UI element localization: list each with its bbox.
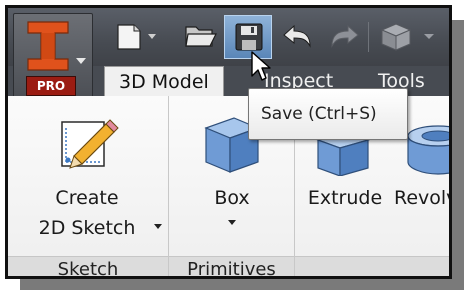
undo-icon[interactable]	[278, 18, 318, 54]
sketch-pencil-icon	[61, 119, 119, 169]
application-window: 3D Model Inspect Tools PRO Create 2D Ske…	[5, 5, 452, 279]
toolbar-separator	[368, 22, 369, 52]
redo-icon[interactable]	[324, 18, 364, 54]
chevron-down-icon	[154, 224, 162, 229]
box-label: Box	[214, 187, 250, 209]
create-sketch-label-line1: Create	[55, 187, 119, 209]
panel-title-primitives: Primitives	[169, 256, 294, 276]
mouse-cursor-icon	[251, 51, 271, 81]
application-menu-button[interactable]: PRO	[13, 13, 93, 101]
revolve-label: Revolv	[394, 187, 452, 209]
inventor-logo-icon	[27, 21, 69, 71]
chevron-down-icon	[228, 220, 236, 225]
edition-badge: PRO	[26, 76, 76, 96]
panel-title-create	[295, 256, 449, 276]
new-document-icon[interactable]	[112, 18, 160, 54]
open-folder-icon[interactable]	[164, 18, 224, 54]
tab-3d-model[interactable]: 3D Model	[104, 66, 224, 96]
panel-title-sketch: Sketch	[8, 256, 168, 276]
revolve-icon	[407, 125, 449, 175]
create-sketch-label-line2: 2D Sketch	[38, 217, 136, 239]
save-icon	[235, 23, 263, 51]
chevron-down-icon	[76, 58, 86, 64]
extrude-label: Extrude	[307, 187, 383, 209]
create-2d-sketch-button[interactable]: Create 2D Sketch	[8, 96, 168, 254]
save-tooltip: Save (Ctrl+S)	[248, 88, 408, 140]
panel-divider	[168, 96, 169, 276]
appearance-icon[interactable]	[376, 18, 446, 54]
